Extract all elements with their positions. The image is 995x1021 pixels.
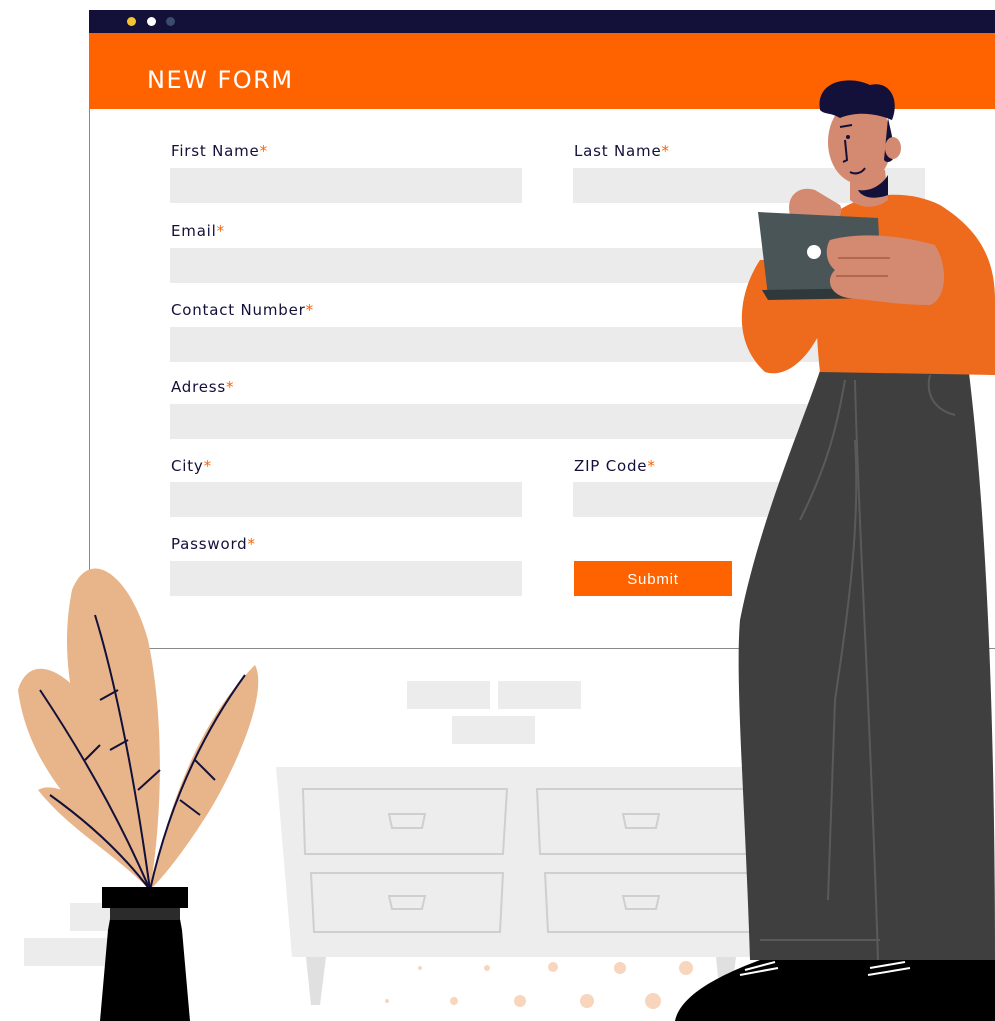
form-title: NEW FORM xyxy=(147,66,294,94)
city-input[interactable] xyxy=(170,482,522,517)
window-dot-gray[interactable] xyxy=(166,17,175,26)
city-label: City* xyxy=(171,457,212,475)
contact-number-label: Contact Number* xyxy=(171,301,314,319)
deco-block xyxy=(407,681,490,709)
window-dot-white[interactable] xyxy=(147,17,156,26)
deco-block xyxy=(452,716,535,744)
person-with-tablet-icon xyxy=(675,80,995,1021)
window-titlebar xyxy=(89,10,995,33)
required-marker: * xyxy=(226,378,235,396)
address-label: Adress* xyxy=(171,378,235,396)
zip-code-label: ZIP Code* xyxy=(574,457,656,475)
required-marker: * xyxy=(305,301,314,319)
required-marker: * xyxy=(259,142,268,160)
floor-dots xyxy=(385,961,693,1009)
required-marker: * xyxy=(647,457,656,475)
window-dot-yellow[interactable] xyxy=(127,17,136,26)
email-label: Email* xyxy=(171,222,225,240)
first-name-input[interactable] xyxy=(170,168,522,203)
first-name-label: First Name* xyxy=(171,142,268,160)
potted-plant-icon xyxy=(18,568,259,1021)
last-name-label: Last Name* xyxy=(574,142,670,160)
required-marker: * xyxy=(216,222,225,240)
required-marker: * xyxy=(203,457,212,475)
deco-block xyxy=(498,681,581,709)
